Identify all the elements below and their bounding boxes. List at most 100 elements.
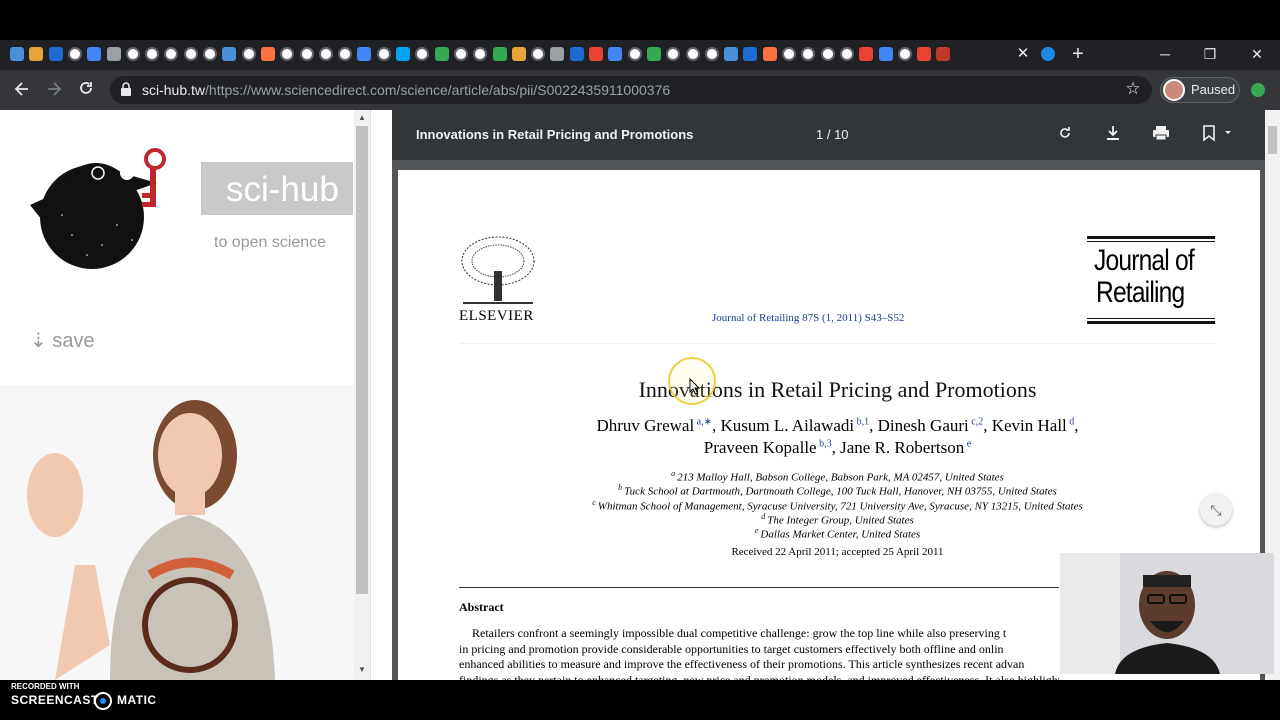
scroll-up-icon[interactable]: ▲ bbox=[356, 112, 368, 124]
abstract-heading: Abstract bbox=[459, 600, 504, 614]
author-name: Kevin Hall bbox=[991, 416, 1067, 435]
journal-logo-rule bbox=[1087, 236, 1215, 239]
tab-favicon-icon[interactable] bbox=[704, 47, 719, 61]
frame-divider bbox=[370, 110, 392, 680]
tab-favicon-icon[interactable] bbox=[897, 47, 912, 61]
tab-favicon-icon[interactable] bbox=[203, 47, 217, 61]
recorded-with-label: RECORDED WITH bbox=[11, 682, 80, 691]
author-affiliation-marker[interactable]: a,∗ bbox=[694, 416, 712, 427]
new-tab-button[interactable]: + bbox=[1068, 43, 1088, 65]
tab-favicon-icon[interactable] bbox=[125, 47, 140, 61]
tab-favicon-icon[interactable] bbox=[589, 47, 603, 61]
screen-bottom-letterbox bbox=[0, 680, 1280, 720]
fit-to-page-icon[interactable]: ⤡ bbox=[1200, 494, 1232, 526]
tab-favicon-icon[interactable] bbox=[685, 47, 700, 61]
raven-key-logo-icon[interactable] bbox=[22, 145, 172, 270]
save-link[interactable]: ⇣ save bbox=[30, 328, 95, 353]
tab-favicon-icon[interactable] bbox=[299, 47, 314, 61]
tab-favicon-icon[interactable] bbox=[10, 47, 24, 61]
tab-favicon-icon[interactable] bbox=[531, 47, 546, 61]
tab-favicon-icon[interactable] bbox=[357, 47, 372, 61]
active-tab-favicon-icon[interactable] bbox=[1041, 47, 1055, 61]
tab-favicon-icon[interactable] bbox=[396, 47, 410, 61]
pdf-scroll-thumb[interactable] bbox=[1268, 126, 1277, 154]
journal-logo-rule bbox=[1087, 321, 1215, 324]
pdf-page-indicator[interactable]: 1 / 10 bbox=[816, 127, 849, 142]
sidebar-scroll-thumb[interactable] bbox=[356, 126, 368, 594]
tab-favicon-icon[interactable] bbox=[782, 47, 796, 61]
abstract-line: in pricing and promotion provide conside… bbox=[459, 642, 1004, 656]
tab-favicon-icon[interactable] bbox=[241, 47, 256, 61]
forward-icon[interactable] bbox=[44, 80, 64, 100]
screencast-logo-dot bbox=[100, 698, 106, 704]
tab-favicon-icon[interactable] bbox=[87, 47, 102, 61]
tab-favicon-icon[interactable] bbox=[222, 47, 237, 61]
tab-favicon-icon[interactable] bbox=[48, 47, 63, 61]
author-affiliation-marker[interactable]: c,2 bbox=[969, 416, 983, 427]
mouse-cursor-icon bbox=[689, 377, 701, 396]
journal-logo-line2: Retailing bbox=[1096, 276, 1185, 309]
minimize-button[interactable]: ─ bbox=[1155, 44, 1175, 64]
tab-favicon-icon[interactable] bbox=[106, 47, 121, 61]
author-name: Kusum L. Ailawadi bbox=[720, 416, 855, 435]
print-icon[interactable] bbox=[1151, 124, 1171, 144]
tab-favicon-icon[interactable] bbox=[29, 47, 44, 61]
bookmark-icon[interactable] bbox=[1199, 124, 1235, 144]
tab-favicon-icon[interactable] bbox=[743, 47, 758, 61]
maximize-button[interactable]: ❐ bbox=[1200, 44, 1220, 64]
back-icon[interactable] bbox=[12, 80, 32, 100]
author-affiliation-marker[interactable]: e bbox=[964, 438, 971, 449]
tab-favicon-icon[interactable] bbox=[338, 47, 353, 61]
tab-favicon-icon[interactable] bbox=[434, 47, 449, 61]
tab-favicon-icon[interactable] bbox=[183, 47, 198, 61]
tab-favicon-icon[interactable] bbox=[646, 47, 661, 61]
tab-favicon-icon[interactable] bbox=[550, 47, 565, 61]
tab-favicon-icon[interactable] bbox=[511, 47, 526, 61]
profile-status: Paused bbox=[1191, 82, 1236, 97]
star-icon[interactable]: ☆ bbox=[1124, 80, 1142, 98]
tab-favicon-icon[interactable] bbox=[859, 47, 874, 61]
tab-favicon-icon[interactable] bbox=[569, 47, 584, 61]
lock-icon[interactable] bbox=[120, 82, 132, 96]
url-path: /https://www.sciencedirect.com/science/a… bbox=[205, 82, 671, 98]
author-name: Dhruv Grewal bbox=[596, 416, 695, 435]
scroll-down-icon[interactable]: ▼ bbox=[356, 664, 368, 676]
affiliation-text: Dallas Market Center, United States bbox=[760, 528, 921, 541]
author-affiliation-marker[interactable]: d bbox=[1067, 416, 1074, 427]
author-affiliation-marker[interactable]: b,1 bbox=[854, 416, 870, 427]
reload-icon[interactable] bbox=[76, 80, 96, 100]
journal-citation-link[interactable]: Journal of Retailing 87S (1, 2011) S43–S… bbox=[712, 312, 904, 324]
author-name: Dinesh Gauri bbox=[877, 416, 969, 435]
tab-favicon-icon[interactable] bbox=[376, 47, 391, 61]
rotate-icon[interactable] bbox=[1055, 124, 1075, 144]
author-name: Jane R. Robertson bbox=[840, 438, 965, 457]
url-host: sci-hub.tw bbox=[142, 82, 206, 98]
pdf-document-title: Innovations in Retail Pricing and Promot… bbox=[416, 127, 694, 142]
tab-favicon-icon[interactable] bbox=[917, 47, 932, 61]
extension-icon[interactable] bbox=[1251, 83, 1265, 97]
tab-favicon-icon[interactable] bbox=[839, 47, 854, 61]
tab-favicon-icon[interactable] bbox=[878, 47, 893, 61]
waving-person-image bbox=[0, 385, 354, 680]
tab-favicon-icon[interactable] bbox=[67, 47, 82, 61]
affiliation-line: d The Integer Group, United States bbox=[459, 512, 1216, 527]
tab-favicon-icon[interactable] bbox=[762, 47, 777, 61]
tab-favicon-icon[interactable] bbox=[145, 47, 160, 61]
url-text[interactable]: sci-hub.tw/https://www.sciencedirect.com… bbox=[142, 82, 670, 98]
close-tab-icon[interactable]: ✕ bbox=[1015, 45, 1031, 63]
tab-favicon-icon[interactable] bbox=[627, 47, 642, 61]
tab-favicon-icon[interactable] bbox=[492, 47, 507, 61]
tab-favicon-icon[interactable] bbox=[608, 47, 623, 61]
screencast-logo-right: MATIC bbox=[117, 693, 157, 707]
tab-favicon-icon[interactable] bbox=[724, 47, 739, 61]
tab-favicon-icon[interactable] bbox=[318, 47, 333, 61]
download-icon[interactable] bbox=[1103, 124, 1123, 144]
close-window-button[interactable]: ✕ bbox=[1247, 44, 1267, 64]
tab-favicon-icon[interactable] bbox=[820, 47, 835, 61]
tab-favicon-icon[interactable] bbox=[453, 47, 468, 61]
tab-favicon-icon[interactable] bbox=[260, 47, 275, 61]
abstract-rule bbox=[459, 587, 1059, 588]
tab-favicon-icon[interactable] bbox=[936, 47, 951, 61]
author-affiliation-marker[interactable]: b,3 bbox=[817, 438, 832, 449]
avatar bbox=[1163, 79, 1185, 101]
